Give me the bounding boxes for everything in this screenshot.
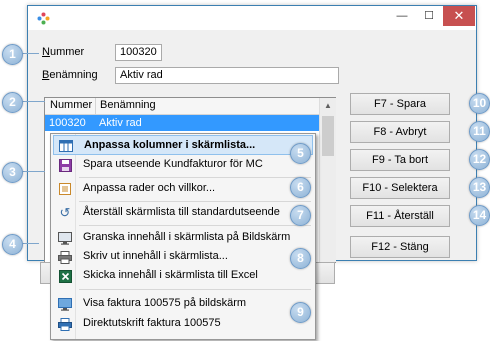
callout-2: 2 (2, 92, 23, 113)
callout-5: 5 (290, 143, 311, 164)
callout-10: 10 (469, 93, 490, 114)
maximize-button[interactable]: ☐ (416, 6, 442, 26)
menu-item-direct-print[interactable]: Direktutskrift faktura 100575 (53, 314, 313, 334)
menu-item-save-layout[interactable]: Spara utseende Kundfakturor för MC (53, 155, 313, 175)
undo-icon: ↺ (59, 205, 71, 220)
callout-11: 11 (469, 121, 490, 142)
monitor-icon (57, 230, 73, 246)
callout-7: 7 (290, 205, 311, 226)
scroll-thumb[interactable] (322, 116, 334, 156)
close-button[interactable]: ✕ (443, 6, 475, 26)
menu-item-adjust-columns[interactable]: Anpassa kolumner i skärmlista... (53, 135, 313, 155)
column-divider[interactable] (95, 98, 96, 114)
nummer-field[interactable]: 100320 (115, 44, 162, 61)
minimize-button[interactable]: — (389, 6, 415, 26)
leader-line (21, 53, 39, 54)
printer-icon (57, 249, 73, 265)
row-benamning: Aktiv rad (99, 117, 142, 129)
menu-item-label: Anpassa rader och villkor... (83, 182, 216, 194)
callout-9: 9 (290, 302, 311, 323)
columns-icon (58, 138, 74, 154)
printer-icon (57, 316, 73, 332)
menu-item-reset-list[interactable]: ↺ Återställ skärmlista till standardutse… (53, 203, 313, 223)
row-nummer: 100320 (49, 117, 86, 129)
menu-item-adjust-rows[interactable]: Anpassa rader och villkor... (53, 179, 313, 199)
save-icon (57, 157, 73, 173)
column-header-benamning[interactable]: Benämning (100, 99, 156, 111)
scroll-up-icon[interactable]: ▲ (320, 98, 336, 114)
menu-item-label: Spara utseende Kundfakturor för MC (83, 158, 263, 170)
callout-3: 3 (2, 162, 23, 183)
menu-separator (79, 225, 311, 226)
callout-12: 12 (469, 149, 490, 170)
leader-line (21, 171, 45, 172)
menu-item-send-to-excel[interactable]: Skicka innehåll i skärmlista till Excel (53, 266, 313, 286)
menu-item-label: Skicka innehåll i skärmlista till Excel (83, 269, 258, 281)
app-icon (37, 12, 50, 25)
select-button[interactable]: F10 - Selektera (350, 177, 450, 199)
menu-item-label: Anpassa kolumner i skärmlista... (84, 139, 256, 151)
save-button[interactable]: F7 - Spara (350, 93, 450, 115)
menu-item-label: Direktutskrift faktura 100575 (83, 317, 221, 329)
delete-button[interactable]: F9 - Ta bort (350, 149, 450, 171)
context-menu: Anpassa kolumner i skärmlista... Spara u… (50, 133, 316, 340)
callout-13: 13 (469, 177, 490, 198)
leader-line (21, 243, 39, 244)
column-header-nummer[interactable]: Nummer (50, 99, 92, 111)
callout-8: 8 (290, 248, 311, 269)
callout-1: 1 (2, 44, 23, 65)
cancel-button[interactable]: F8 - Avbryt (350, 121, 450, 143)
menu-item-label: Visa faktura 100575 på bildskärm (83, 297, 247, 309)
menu-item-label: Granska innehåll i skärmlista på Bildskä… (83, 231, 291, 243)
excel-icon (57, 268, 73, 284)
list-header: Nummer Benämning (45, 98, 319, 115)
menu-separator (79, 289, 311, 290)
menu-item-label: Återställ skärmlista till standardutseen… (83, 206, 280, 218)
leader-line (21, 101, 45, 102)
menu-separator (79, 177, 311, 178)
callout-14: 14 (469, 205, 490, 226)
callout-4: 4 (2, 234, 23, 255)
benamning-field[interactable]: Aktiv rad (115, 67, 339, 84)
benamning-label: Benämning (42, 69, 98, 81)
list-icon (57, 181, 73, 197)
menu-item-preview-screen[interactable]: Granska innehåll i skärmlista på Bildskä… (53, 228, 313, 248)
menu-item-print-list[interactable]: Skriv ut innehåll i skärmlista... (53, 247, 313, 267)
menu-item-label: Skriv ut innehåll i skärmlista... (83, 250, 228, 262)
menu-separator (79, 201, 311, 202)
close-dialog-button[interactable]: F12 - Stäng (350, 236, 450, 258)
reset-button[interactable]: F11 - Återställ (350, 205, 450, 227)
callout-6: 6 (290, 177, 311, 198)
table-row[interactable]: 100320 Aktiv rad (45, 115, 319, 131)
title-bar: — ☐ ✕ (28, 6, 476, 30)
nummer-label: Nummer (42, 46, 85, 58)
menu-item-show-invoice[interactable]: Visa faktura 100575 på bildskärm (53, 294, 313, 314)
nummer-label-text: ummer (49, 46, 85, 58)
benamning-label-text: enämning (49, 69, 98, 81)
monitor-icon (57, 296, 73, 312)
vertical-scrollbar[interactable]: ▲ (319, 98, 336, 262)
